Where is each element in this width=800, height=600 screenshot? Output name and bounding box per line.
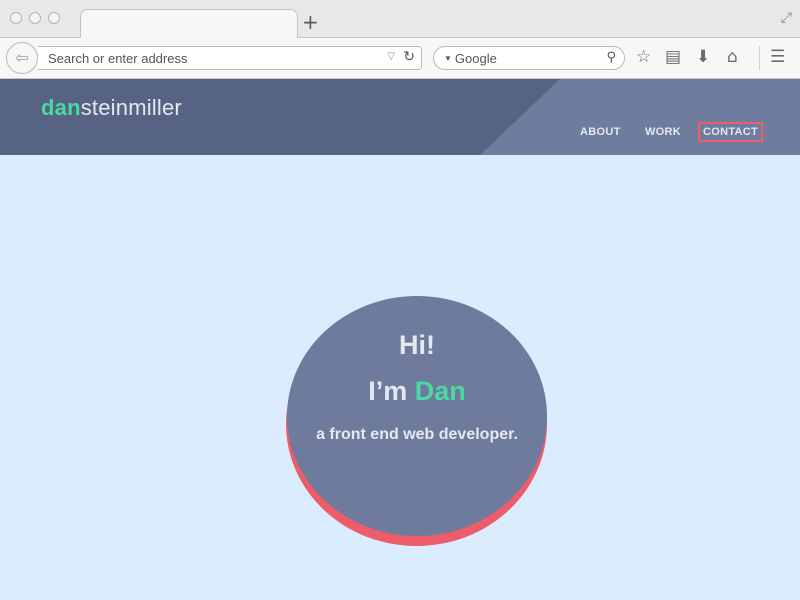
home-icon[interactable]: ⌂ — [727, 48, 738, 66]
fullscreen-icon[interactable]: ⤢ — [781, 10, 792, 26]
toolbar-divider — [759, 46, 760, 70]
dropdown-icon[interactable]: ▽ — [387, 51, 395, 62]
hero-greeting: Hi! — [399, 330, 435, 360]
nav-contact[interactable]: CONTACT — [698, 122, 764, 142]
bookmark-star-icon[interactable]: ☆ — [636, 48, 651, 66]
tab-strip: + ⤢ — [0, 0, 800, 39]
new-tab-button[interactable]: + — [302, 12, 319, 32]
zoom-window-button[interactable] — [48, 12, 60, 24]
nav-about[interactable]: ABOUT — [580, 126, 621, 138]
logo-last-name: steinmiller — [80, 95, 182, 120]
close-window-button[interactable] — [10, 12, 22, 24]
reload-icon[interactable]: ↻ — [403, 49, 415, 65]
browser-tab[interactable] — [80, 9, 298, 39]
address-bar[interactable]: Search or enter address ▽ ↻ — [38, 46, 422, 70]
download-icon[interactable]: ⬇ — [696, 48, 710, 66]
site-header: dansteinmiller ABOUT WORK CONTACT — [0, 79, 800, 155]
search-icon[interactable]: ⚲ — [606, 50, 616, 65]
hero-intro: I’m Dan — [287, 376, 547, 407]
hero-intro-name: Dan — [414, 376, 466, 406]
search-engine-dropdown-icon[interactable]: ▼ — [444, 54, 452, 63]
site-logo[interactable]: dansteinmiller — [41, 95, 182, 121]
clipboard-icon[interactable]: ▤ — [665, 48, 681, 66]
header-decoration — [480, 79, 800, 155]
back-arrow-icon[interactable]: ⇦ — [6, 42, 38, 74]
hero-tagline: a front end web developer. — [316, 426, 518, 443]
logo-first-name: dan — [41, 95, 81, 120]
address-placeholder: Search or enter address — [48, 51, 188, 66]
hero-intro-prefix: I’m — [368, 376, 415, 406]
search-engine-label: Google — [454, 51, 497, 66]
browser-toolbar: Search or enter address ▽ ↻ ⇦ ▼ Google ⚲ … — [0, 38, 800, 79]
menu-icon[interactable]: ☰ — [770, 48, 785, 66]
search-bar[interactable]: ▼ Google ⚲ — [433, 46, 625, 70]
nav-work[interactable]: WORK — [645, 126, 681, 138]
minimize-window-button[interactable] — [29, 12, 41, 24]
